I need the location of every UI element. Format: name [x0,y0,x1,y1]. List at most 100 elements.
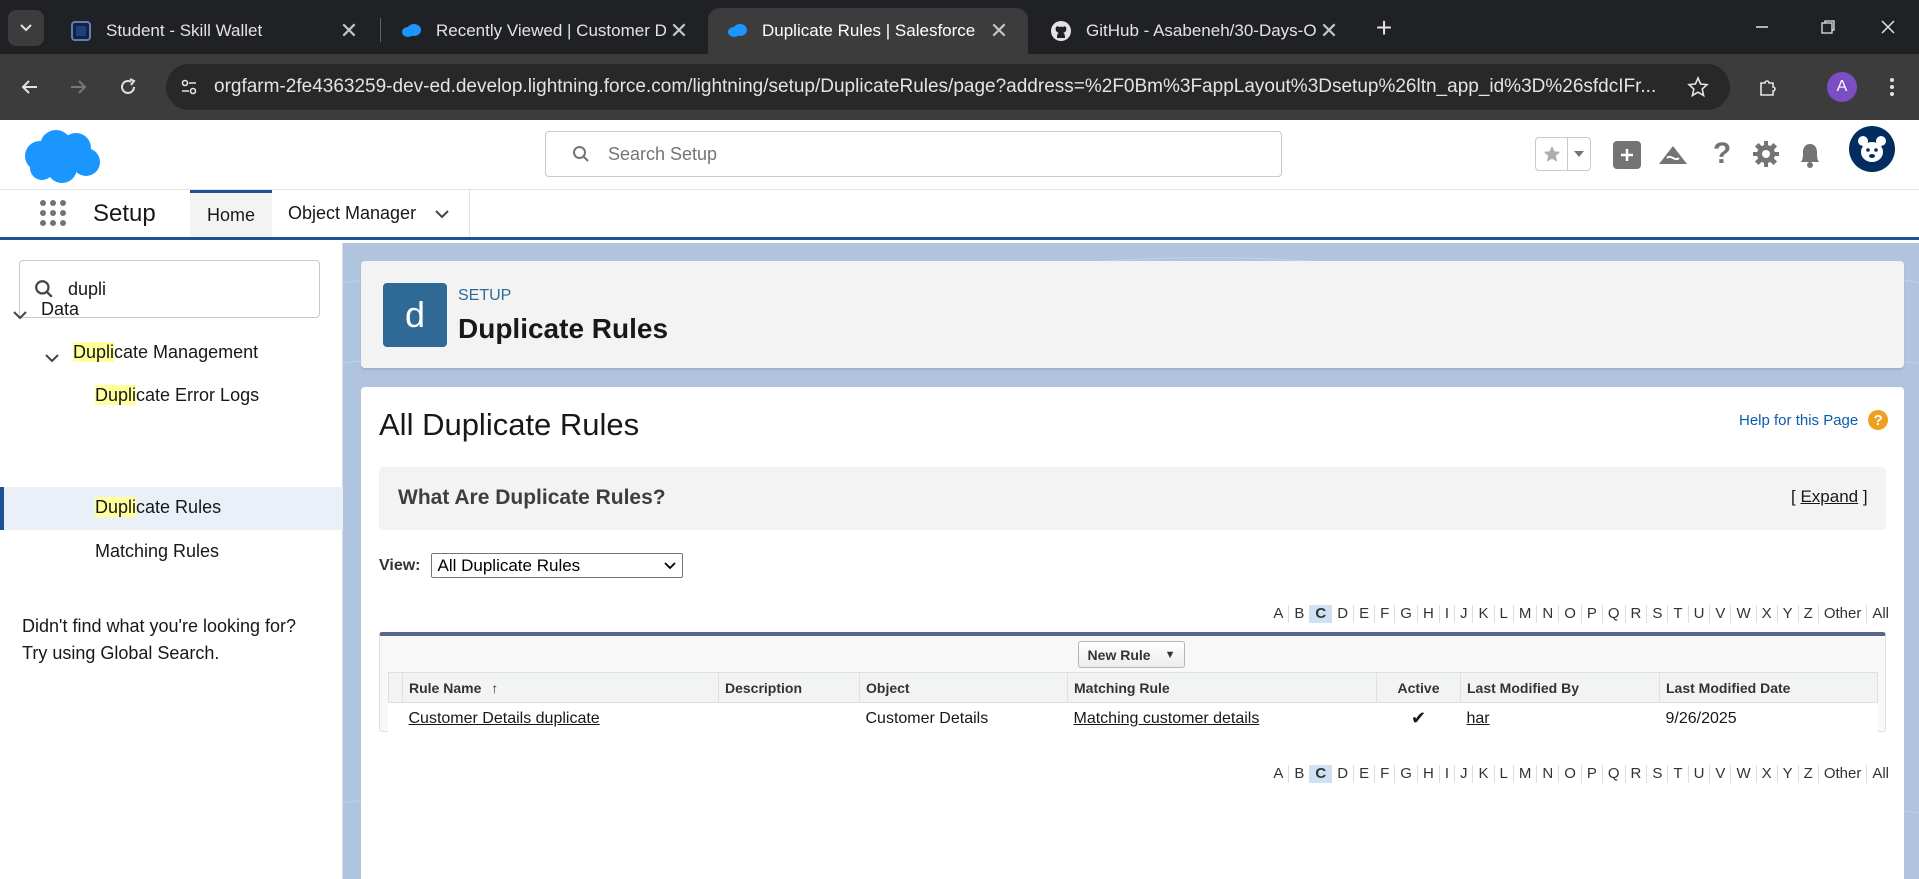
close-icon[interactable]: ✕ [666,18,692,44]
tree-item-data[interactable]: Data [41,299,79,320]
tree-item-duplicate-error-logs[interactable]: Duplicate Error Logs [95,385,259,406]
user-avatar[interactable] [1849,126,1895,172]
close-window-button[interactable] [1870,12,1906,42]
alphabet-filter-h[interactable]: H [1416,765,1439,783]
column-active[interactable]: Active [1376,672,1461,703]
new-rule-button[interactable]: New Rule ▼ [1078,641,1185,668]
profile-avatar[interactable]: A [1827,72,1857,102]
alphabet-filter-s[interactable]: S [1646,765,1667,783]
column-rule-name[interactable]: Rule Name ↑ [402,672,719,703]
browser-menu-button[interactable] [1878,71,1906,103]
alphabet-filter-n[interactable]: N [1536,765,1558,783]
alphabet-filter-z[interactable]: Z [1797,765,1818,783]
column-last-modified-date[interactable]: Last Modified Date [1659,672,1878,703]
alphabet-filter-other[interactable]: Other [1817,765,1867,783]
tree-item-duplicate-management[interactable]: Duplicate Management [73,342,258,363]
column-matching-rule[interactable]: Matching Rule [1067,672,1377,703]
alphabet-filter-w[interactable]: W [1730,605,1755,623]
alphabet-filter-e[interactable]: E [1353,605,1374,623]
alphabet-filter-k[interactable]: K [1472,765,1493,783]
alphabet-filter-g[interactable]: G [1394,765,1417,783]
alphabet-filter-a[interactable]: A [1268,605,1288,623]
browser-tab[interactable]: Student - Skill Wallet ✕ [52,8,378,54]
alphabet-filter-m[interactable]: M [1512,605,1537,623]
tree-item-matching-rules[interactable]: Matching Rules [95,541,219,562]
help-orange-icon[interactable]: ? [1868,410,1889,430]
column-last-modified-by[interactable]: Last Modified By [1460,672,1660,703]
back-button[interactable] [14,71,46,103]
global-search-box[interactable] [545,131,1282,177]
alphabet-filter-s[interactable]: S [1646,605,1667,623]
rule-name-link[interactable]: Customer Details duplicate [409,710,600,727]
alphabet-filter-t[interactable]: T [1667,765,1687,783]
trailhead-button[interactable] [1657,140,1689,170]
alphabet-filter-p[interactable]: P [1580,765,1602,783]
alphabet-filter-w[interactable]: W [1730,765,1755,783]
browser-tab[interactable]: Recently Viewed | Customer Det ✕ [382,8,708,54]
alphabet-filter-q[interactable]: Q [1601,765,1625,783]
alphabet-filter-c[interactable]: C [1309,765,1332,783]
tab-home[interactable]: Home [190,190,272,237]
help-for-page-link[interactable]: Help for this Page ? [1739,410,1889,430]
browser-tab[interactable]: GitHub - Asabeneh/30-Days-Of ✕ [1032,8,1358,54]
quick-find-input[interactable]: dupli [68,279,106,300]
alphabet-filter-f[interactable]: F [1374,605,1394,623]
close-icon[interactable]: ✕ [986,18,1012,44]
global-search-input[interactable] [608,143,1248,165]
alphabet-filter-l[interactable]: L [1493,605,1513,623]
alphabet-filter-y[interactable]: Y [1776,765,1798,783]
extensions-button[interactable] [1752,71,1784,103]
alphabet-filter-j[interactable]: J [1453,605,1473,623]
global-actions-button[interactable] [1613,141,1641,169]
alphabet-filter-g[interactable]: G [1394,605,1417,623]
tab-search-button[interactable] [8,10,44,46]
alphabet-filter-q[interactable]: Q [1601,605,1625,623]
notifications-button[interactable] [1796,140,1824,170]
close-icon[interactable]: ✕ [1316,18,1342,44]
app-launcher-button[interactable] [38,198,70,230]
salesforce-logo[interactable] [20,126,102,186]
alphabet-filter-f[interactable]: F [1374,765,1394,783]
alphabet-filter-p[interactable]: P [1580,605,1602,623]
view-select[interactable]: All Duplicate Rules [430,553,683,578]
new-tab-button[interactable]: + [1368,12,1400,44]
browser-tab-active[interactable]: Duplicate Rules | Salesforce ✕ [708,8,1028,54]
setup-gear-button[interactable] [1752,140,1782,170]
alphabet-filter-d[interactable]: D [1331,605,1353,623]
bookmark-star-icon[interactable] [1687,76,1709,98]
alphabet-filter-n[interactable]: N [1536,605,1558,623]
alphabet-filter-r[interactable]: R [1624,605,1647,623]
alphabet-filter-o[interactable]: O [1558,605,1581,623]
alphabet-filter-all[interactable]: All [1866,765,1894,783]
alphabet-filter-c[interactable]: C [1309,605,1332,623]
alphabet-filter-l[interactable]: L [1493,765,1513,783]
site-info-icon[interactable] [180,78,198,96]
alphabet-filter-y[interactable]: Y [1776,605,1798,623]
tree-item-duplicate-rules-label[interactable]: Duplicate Rules [95,497,221,518]
alphabet-filter-b[interactable]: B [1288,605,1309,623]
alphabet-filter-j[interactable]: J [1453,765,1473,783]
favorites-button[interactable] [1535,137,1591,171]
alphabet-filter-all[interactable]: All [1866,605,1894,623]
alphabet-filter-x[interactable]: X [1755,605,1777,623]
alphabet-filter-b[interactable]: B [1288,765,1309,783]
alphabet-filter-v[interactable]: V [1709,765,1730,783]
alphabet-filter-t[interactable]: T [1667,605,1687,623]
alphabet-filter-h[interactable]: H [1416,605,1439,623]
column-description[interactable]: Description [718,672,860,703]
matching-rule-link[interactable]: Matching customer details [1074,710,1260,727]
close-icon[interactable]: ✕ [336,18,362,44]
column-object[interactable]: Object [859,672,1068,703]
alphabet-filter-v[interactable]: V [1709,605,1730,623]
alphabet-filter-other[interactable]: Other [1817,605,1867,623]
alphabet-filter-u[interactable]: U [1687,765,1710,783]
help-link-text[interactable]: Help for this Page [1739,412,1858,429]
minimize-window-button[interactable] [1744,12,1780,42]
expand-link[interactable]: Expand [1800,487,1858,506]
alphabet-filter-z[interactable]: Z [1797,605,1818,623]
chevron-down-icon[interactable] [12,310,28,320]
chevron-down-icon[interactable] [434,209,450,219]
alphabet-filter-a[interactable]: A [1268,765,1288,783]
reload-button[interactable] [112,71,144,103]
alphabet-filter-m[interactable]: M [1512,765,1537,783]
